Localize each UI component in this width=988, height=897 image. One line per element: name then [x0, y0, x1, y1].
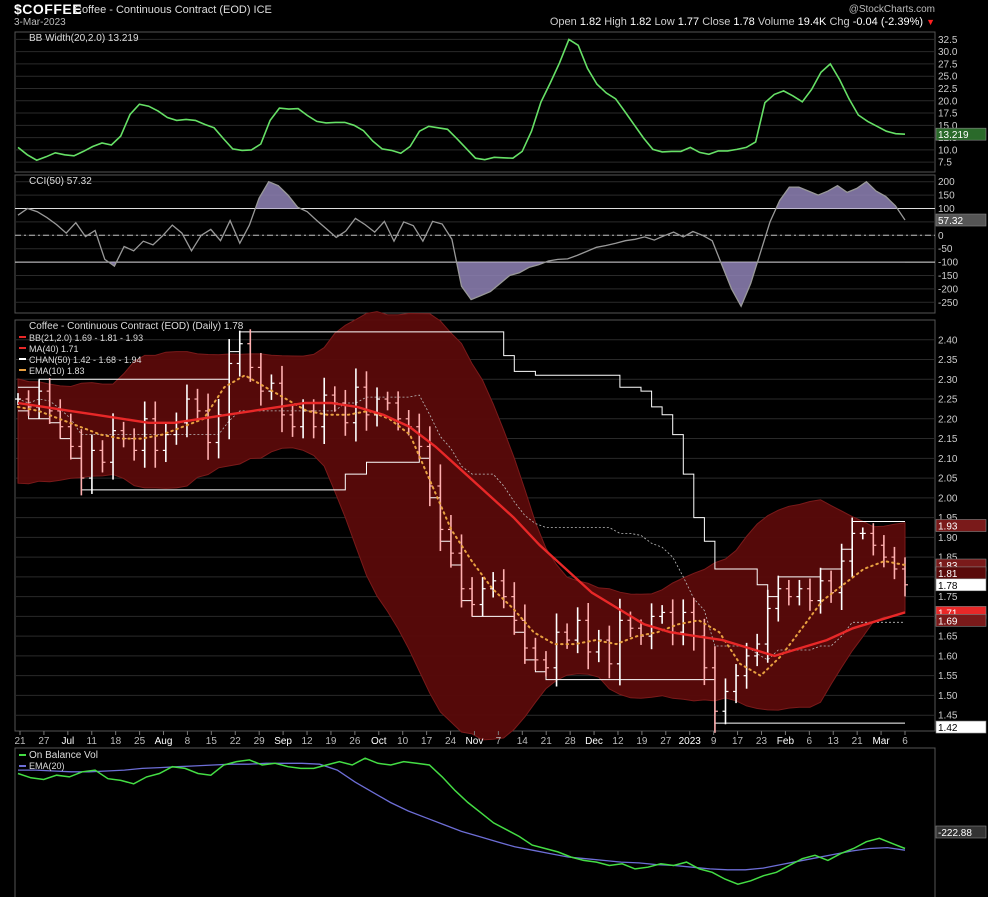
bbwidth-series-line — [17, 38, 906, 162]
price-tick-label: 2.10 — [938, 454, 958, 465]
x-axis-tick-label: 27 — [660, 736, 672, 747]
obv-legend-title: On Balance Vol — [29, 750, 98, 761]
cci-tick-label: 100 — [938, 204, 955, 215]
price-tick-label: 1.55 — [938, 671, 958, 682]
price-tick-label: 1.60 — [938, 651, 958, 662]
x-axis-tick-label: Jul — [61, 736, 74, 747]
x-axis-tick-label: 21 — [14, 736, 26, 747]
price-tick-label: 1.90 — [938, 533, 958, 544]
price-legend-entry: EMA(10) 1.83 — [29, 366, 85, 376]
x-axis-tick-label: Aug — [155, 736, 173, 747]
x-axis-tick-label: 8 — [185, 736, 191, 747]
x-axis-tick-label: 6 — [807, 736, 813, 747]
x-axis-tick-label: 13 — [828, 736, 840, 747]
price-tick-label: 2.25 — [938, 395, 958, 406]
bbwidth-tick-label: 20.0 — [938, 96, 958, 107]
x-axis-tick-label: 19 — [325, 736, 337, 747]
price-tick-label: 1.50 — [938, 691, 958, 702]
cci-tick-label: -250 — [938, 298, 958, 309]
price-legend-entry: MA(40) 1.71 — [29, 344, 79, 354]
x-axis-tick-label: 22 — [230, 736, 242, 747]
chart-canvas: 32.530.027.525.022.520.017.515.012.510.0… — [14, 31, 987, 897]
x-axis-tick-label: 24 — [445, 736, 457, 747]
x-axis-tick-label: 21 — [541, 736, 553, 747]
obv-last-value-label: -222.88 — [938, 828, 972, 839]
price-right-value-label: 1.93 — [938, 522, 958, 533]
price-legend-title: Coffee - Continuous Contract (EOD) (Dail… — [29, 321, 244, 332]
x-axis-tick-label: 25 — [134, 736, 146, 747]
x-axis-tick-label: 2023 — [679, 736, 702, 747]
price-tick-label: 2.05 — [938, 474, 958, 485]
bbwidth-tick-label: 32.5 — [938, 35, 958, 46]
x-axis-tick-label: Dec — [585, 736, 603, 747]
x-axis-tick-label: Mar — [872, 736, 890, 747]
x-axis-tick-label: Feb — [777, 736, 795, 747]
cci-legend-title: CCI(50) 57.32 — [29, 176, 92, 187]
x-axis-tick-label: 12 — [301, 736, 313, 747]
obv-ema-legend-title: EMA(20) — [29, 761, 65, 771]
x-axis-tick-label: 27 — [38, 736, 50, 747]
bbwidth-tick-label: 30.0 — [938, 47, 958, 58]
bbwidth-tick-label: 27.5 — [938, 59, 958, 70]
price-right-value-label: 1.69 — [938, 616, 958, 627]
obv-panel-frame — [14, 747, 936, 897]
price-tick-label: 2.30 — [938, 375, 958, 386]
x-axis-tick-label: 21 — [852, 736, 864, 747]
cci-tick-label: -50 — [938, 244, 953, 255]
cci-tick-label: -100 — [938, 258, 958, 269]
x-axis-tick-label: Nov — [466, 736, 484, 747]
price-tick-label: 1.45 — [938, 711, 958, 722]
cci-series-line — [17, 180, 906, 308]
price-legend-entry: BB(21,2.0) 1.69 - 1.81 - 1.93 — [29, 333, 143, 343]
x-axis-tick-label: 26 — [349, 736, 361, 747]
bbwidth-tick-label: 22.5 — [938, 84, 958, 95]
price-tick-label: 2.00 — [938, 493, 958, 504]
x-axis-tick-label: 17 — [732, 736, 744, 747]
x-axis-tick-label: 17 — [421, 736, 433, 747]
x-axis-tick-label: 9 — [711, 736, 717, 747]
bbwidth-tick-label: 25.0 — [938, 72, 958, 83]
price-right-value-label: 1.81 — [938, 569, 958, 580]
x-axis-tick-label: 6 — [902, 736, 908, 747]
cci-tick-label: 0 — [938, 231, 944, 242]
price-right-value-label: 1.42 — [938, 723, 958, 734]
x-axis-tick-label: 10 — [397, 736, 409, 747]
obv-line — [17, 757, 906, 885]
price-tick-label: 2.20 — [938, 414, 958, 425]
bbwidth-last-value-label: 13.219 — [938, 130, 969, 141]
bbwidth-legend-title: BB Width(20,2.0) 13.219 — [29, 33, 139, 44]
price-legend-entry: CHAN(50) 1.42 - 1.68 - 1.94 — [29, 355, 142, 365]
x-axis-tick-label: 23 — [756, 736, 768, 747]
cci-tick-label: 200 — [938, 177, 955, 188]
bbwidth-panel-frame — [14, 31, 936, 173]
price-right-value-label: 1.78 — [938, 581, 958, 592]
x-axis-tick-label: 14 — [517, 736, 529, 747]
x-axis-tick-label: 18 — [110, 736, 122, 747]
x-axis-tick-label: Sep — [274, 736, 292, 747]
x-axis-tick-label: 19 — [636, 736, 648, 747]
x-axis-tick-label: 15 — [206, 736, 218, 747]
price-tick-label: 2.35 — [938, 355, 958, 366]
price-tick-label: 2.15 — [938, 434, 958, 445]
cci-tick-label: -200 — [938, 284, 958, 295]
price-tick-label: 1.65 — [938, 632, 958, 643]
price-tick-label: 1.75 — [938, 592, 958, 603]
cci-tick-label: 150 — [938, 191, 955, 202]
bbwidth-tick-label: 10.0 — [938, 145, 958, 156]
cci-tick-label: -150 — [938, 271, 958, 282]
cci-last-value-label: 57.32 — [938, 216, 963, 227]
x-axis-tick-label: 12 — [612, 736, 624, 747]
bbwidth-tick-label: 17.5 — [938, 109, 958, 120]
x-axis-tick-label: 7 — [496, 736, 502, 747]
x-axis-tick-label: 11 — [87, 736, 98, 747]
x-axis-tick-label: 29 — [254, 736, 266, 747]
x-axis-tick-label: Oct — [371, 736, 387, 747]
price-tick-label: 2.40 — [938, 335, 958, 346]
x-axis-tick-label: 28 — [565, 736, 577, 747]
obv-ema-line — [18, 762, 906, 871]
bbwidth-tick-label: 7.5 — [938, 158, 952, 169]
